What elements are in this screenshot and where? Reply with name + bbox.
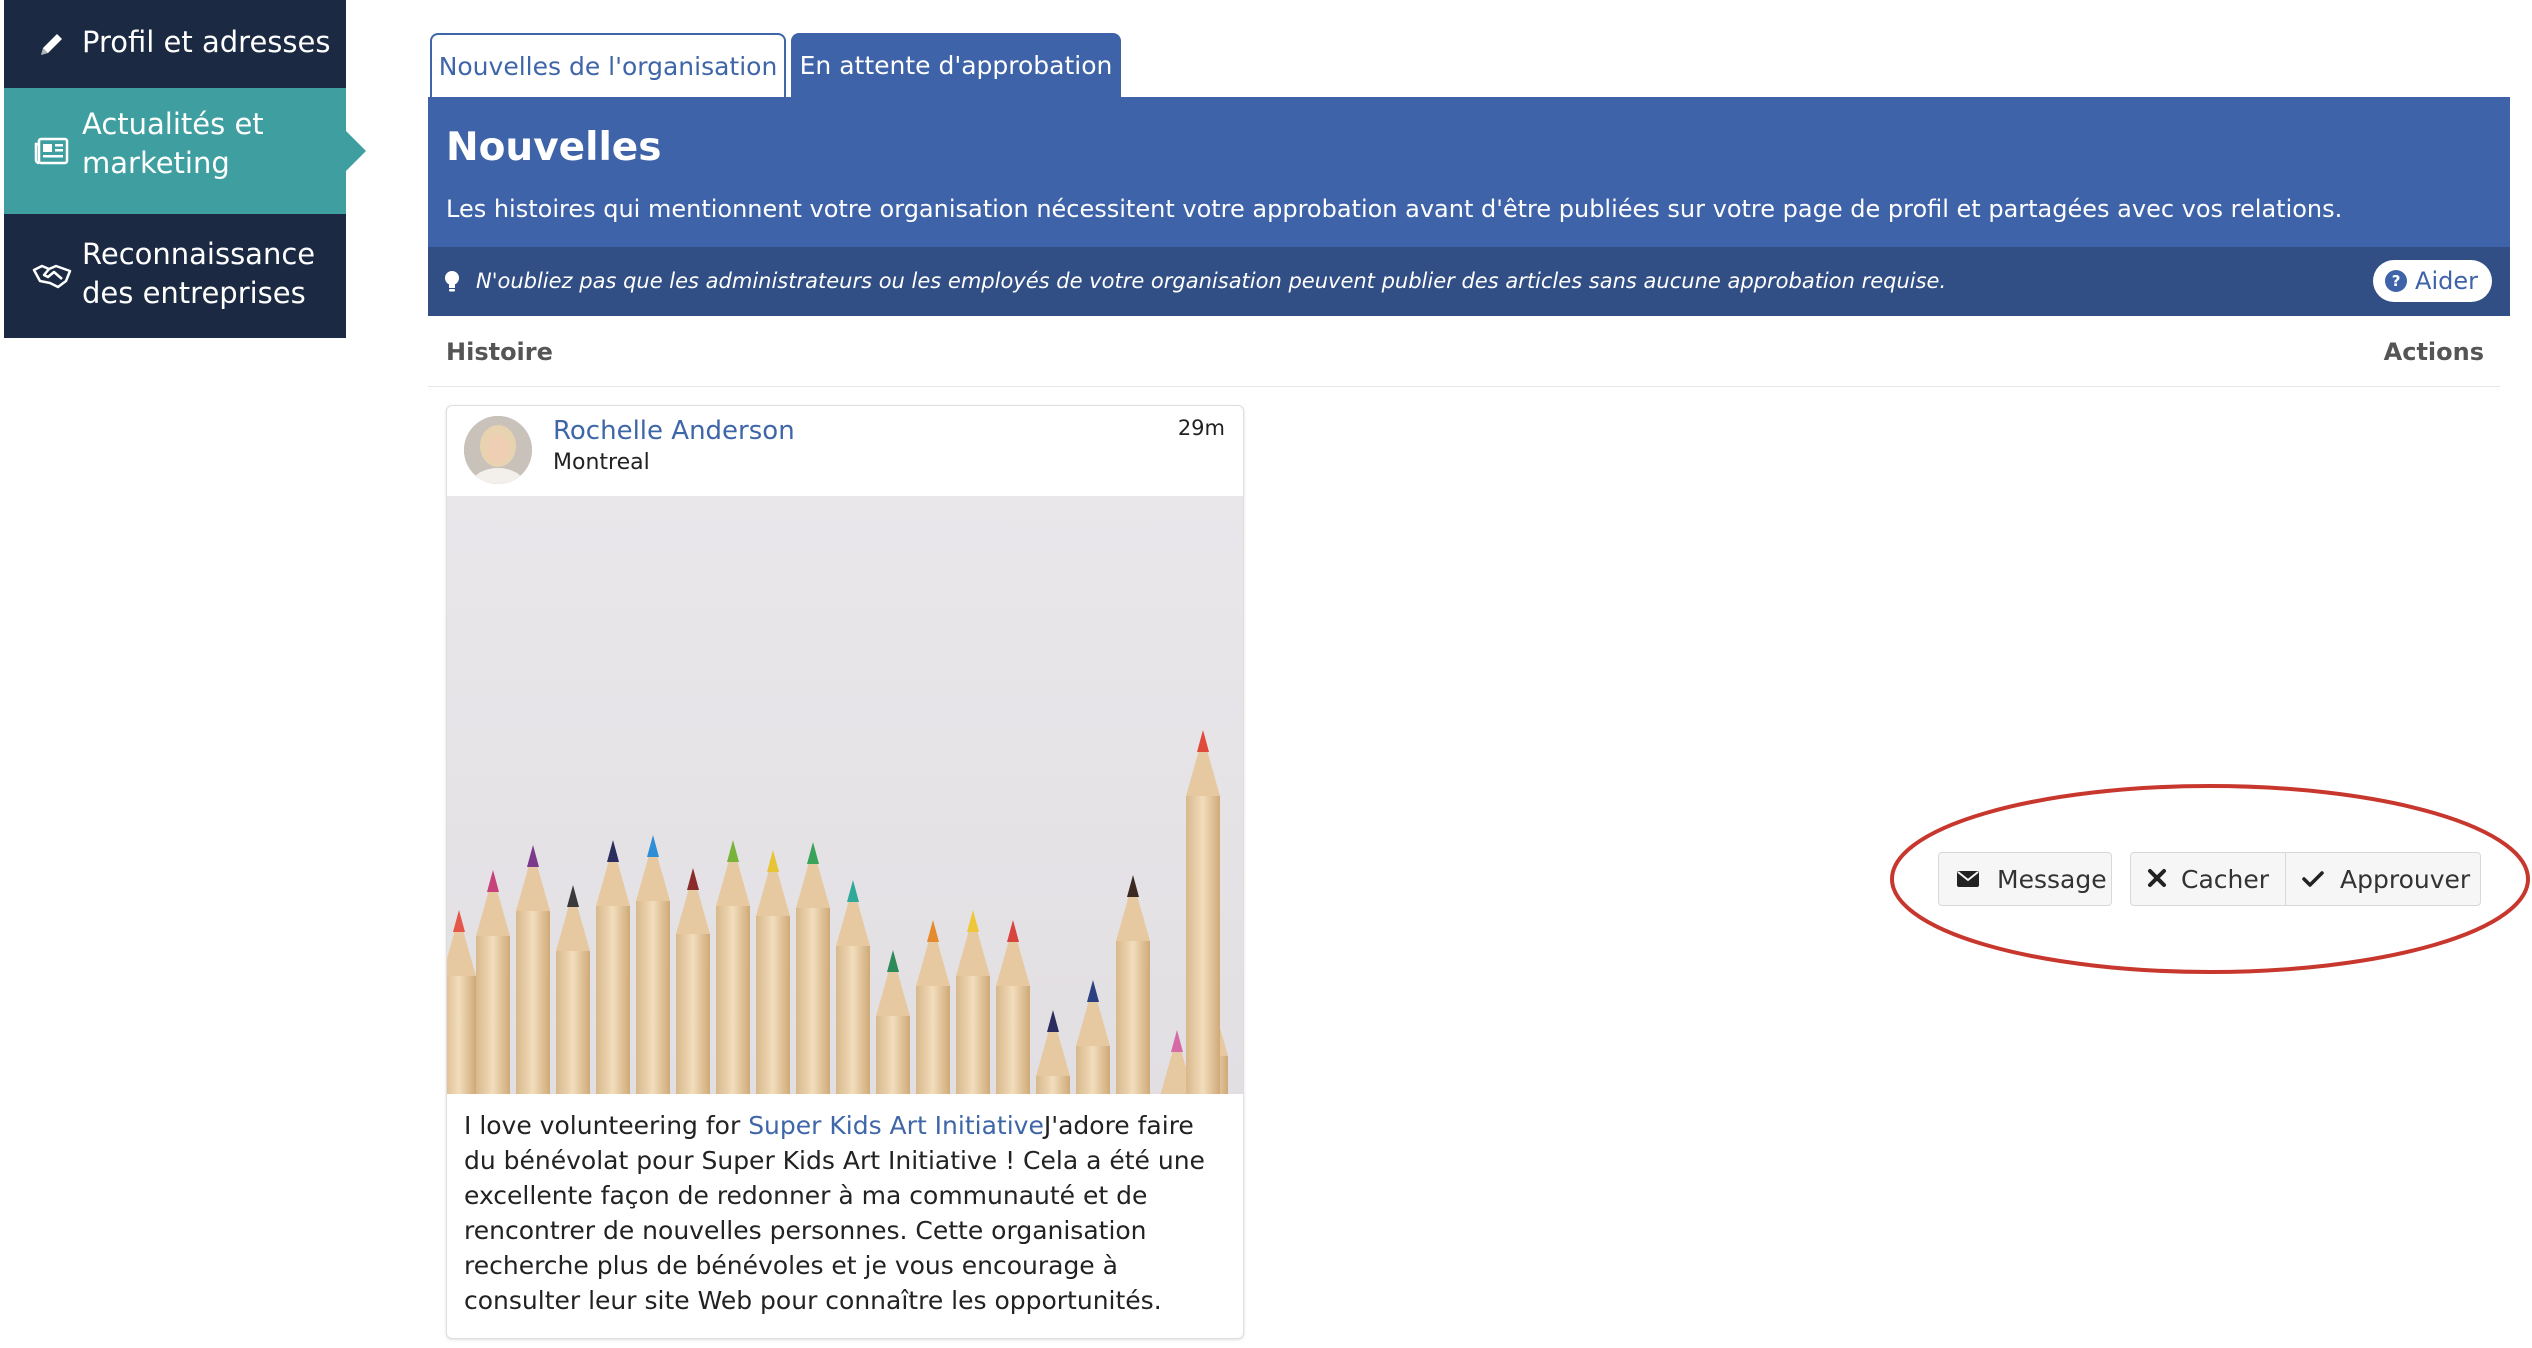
question-circle-icon: ? (2385, 270, 2408, 292)
lightbulb-icon (442, 269, 462, 295)
sidebar-item-business-recognition[interactable]: Reconnaissance des entreprises (4, 214, 346, 338)
post-location: Montreal (553, 450, 650, 475)
post-body-text: I love volunteering for Super Kids Art I… (464, 1108, 1230, 1318)
post-author-link[interactable]: Rochelle Anderson (553, 416, 795, 446)
post-text-body: J'adore faire du bénévolat pour Super Ki… (464, 1111, 1205, 1315)
header-divider (428, 386, 2500, 387)
post-text-intro: I love volunteering for (464, 1111, 749, 1140)
news-header-panel: Nouvelles Les histoires qui mentionnent … (428, 97, 2510, 247)
info-note-bar: N'oubliez pas que les administrateurs ou… (428, 247, 2510, 316)
post-image-colored-pencils (447, 496, 1243, 1096)
sidebar-item-label: Profil et adresses (82, 25, 331, 59)
tab-organization-news[interactable]: Nouvelles de l'organisation (430, 33, 786, 97)
sidebar-item-news-marketing[interactable]: Actualités et marketing (4, 88, 366, 214)
pencil-icon (32, 24, 72, 64)
tab-pending-approval[interactable]: En attente d'approbation (791, 33, 1121, 97)
organization-mention-link[interactable]: Super Kids Art Initiative (748, 1111, 1044, 1140)
sidebar-item-profile[interactable]: Profil et adresses (4, 0, 346, 88)
help-button[interactable]: ? Aider (2373, 260, 2492, 302)
sidebar-item-label-line1: Reconnaissance (82, 237, 316, 271)
active-indicator-arrow (346, 131, 366, 171)
column-header-actions: Actions (2383, 338, 2484, 366)
info-note-text: N'oubliez pas que les administrateurs ou… (476, 269, 1947, 293)
sidebar-item-label-line2: des entreprises (82, 276, 306, 310)
post-timestamp: 29m (1177, 416, 1225, 440)
story-card: Rochelle Anderson Montreal 29m I love vo… (446, 405, 1244, 1339)
newspaper-icon (32, 131, 72, 171)
page-description: Les histoires qui mentionnent votre orga… (446, 195, 2343, 223)
sidebar-item-label-line2: marketing (82, 146, 230, 180)
handshake-icon (32, 256, 72, 296)
annotation-circle (1890, 784, 2530, 974)
column-header-story: Histoire (446, 338, 553, 366)
page-title: Nouvelles (446, 125, 662, 170)
avatar[interactable] (464, 416, 532, 484)
sidebar-item-label-line1: Actualités et (82, 107, 264, 141)
sidebar: Profil et adresses Actualités et marketi… (4, 0, 366, 338)
help-button-label: Aider (2415, 267, 2478, 295)
